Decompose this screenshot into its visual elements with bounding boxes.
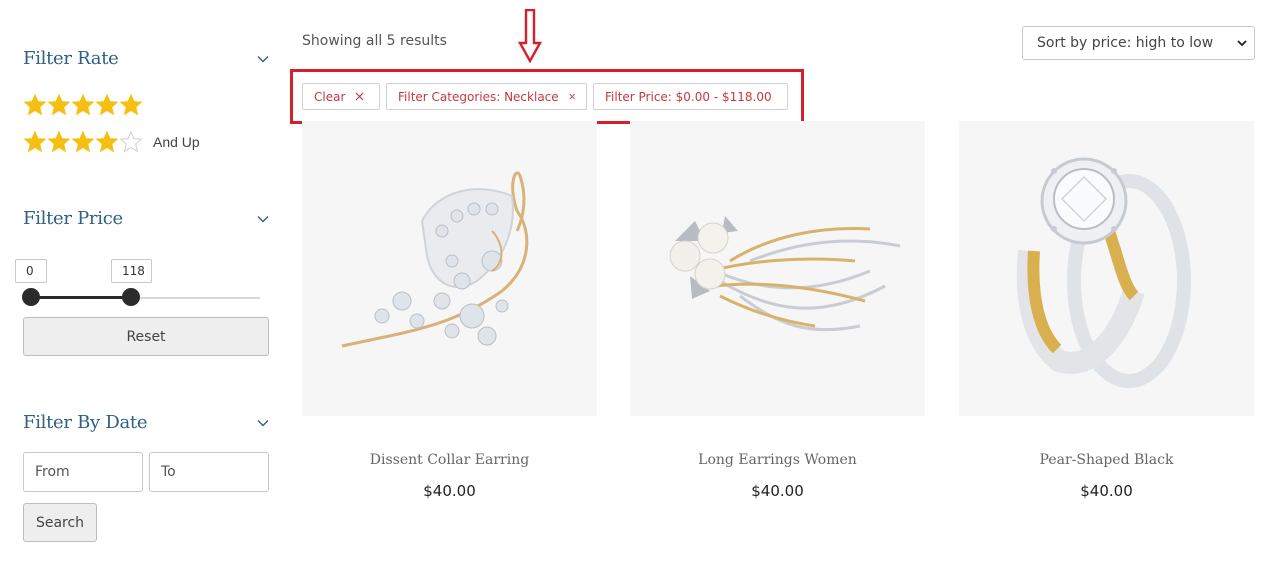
price-slider-max-handle[interactable]	[122, 288, 140, 306]
date-from-input[interactable]: From	[23, 452, 143, 492]
star-icon	[47, 93, 71, 116]
product-price: $40.00	[1080, 482, 1133, 500]
close-icon[interactable]	[569, 92, 575, 101]
and-up-label: And Up	[153, 134, 200, 150]
star-icon	[71, 93, 95, 116]
product-price: $40.00	[423, 482, 476, 500]
filter-date-header[interactable]: Filter By Date	[23, 412, 270, 438]
close-icon[interactable]	[355, 92, 364, 101]
clear-filters-chip[interactable]: Clear	[302, 83, 380, 110]
reset-button[interactable]: Reset	[23, 317, 269, 356]
sort-select[interactable]: Sort by price: high to low	[1022, 26, 1255, 60]
sort-selected-value: Sort by price: high to low	[1037, 35, 1214, 51]
brooch-image	[341, 171, 529, 348]
product-image[interactable]	[302, 121, 597, 416]
star-icon	[47, 130, 71, 153]
filter-rate-title: Filter Rate	[23, 48, 119, 69]
filter-rate-header[interactable]: Filter Rate	[23, 48, 270, 74]
product-card[interactable]: Long Earrings Women $40.00	[630, 121, 925, 500]
product-card[interactable]: Dissent Collar Earring $40.00	[302, 121, 597, 500]
product-image[interactable]	[959, 121, 1254, 416]
chip-label: Filter Categories: Necklace	[398, 89, 559, 104]
chevron-down-icon[interactable]	[256, 416, 270, 430]
price-slider-range	[31, 296, 131, 299]
star-group	[23, 130, 143, 154]
product-card[interactable]: Pear-Shaped Black $40.00	[959, 121, 1254, 500]
date-to-input[interactable]: To	[149, 452, 269, 492]
down-arrow-icon	[518, 9, 542, 63]
filter-price-header[interactable]: Filter Price	[23, 208, 270, 234]
product-name[interactable]: Long Earrings Women	[630, 452, 925, 468]
category-filter-chip[interactable]: Filter Categories: Necklace	[386, 83, 587, 110]
filter-price-title: Filter Price	[23, 208, 123, 229]
chevron-down-icon	[1237, 40, 1247, 47]
chevron-down-icon[interactable]	[256, 212, 270, 226]
product-image[interactable]	[630, 121, 925, 416]
results-count: Showing all 5 results	[302, 33, 447, 49]
rating-five-stars[interactable]	[23, 92, 143, 118]
star-icon	[23, 130, 47, 153]
product-name[interactable]: Pear-Shaped Black	[959, 452, 1254, 468]
star-icon	[119, 93, 143, 116]
star-outline-icon	[119, 130, 143, 153]
chevron-down-icon[interactable]	[256, 52, 270, 66]
pearl-brooch-image	[669, 216, 901, 332]
star-icon	[95, 93, 119, 116]
search-button[interactable]: Search	[23, 503, 97, 542]
star-icon	[71, 130, 95, 153]
price-filter-chip[interactable]: Filter Price: $0.00 - $118.00	[593, 83, 788, 110]
chip-label: Clear	[314, 89, 346, 104]
star-icon	[23, 93, 47, 116]
product-name[interactable]: Dissent Collar Earring	[302, 452, 597, 468]
star-group	[23, 93, 143, 117]
chip-label: Filter Price: $0.00 - $118.00	[605, 89, 772, 104]
product-price: $40.00	[751, 482, 804, 500]
price-min-input[interactable]: 0	[15, 259, 47, 283]
ring-image	[1016, 157, 1191, 388]
star-icon	[95, 130, 119, 153]
price-slider-min-handle[interactable]	[22, 288, 40, 306]
price-max-input[interactable]: 118	[111, 259, 152, 283]
filter-date-title: Filter By Date	[23, 412, 148, 433]
rating-four-and-up[interactable]: And Up	[23, 129, 200, 155]
